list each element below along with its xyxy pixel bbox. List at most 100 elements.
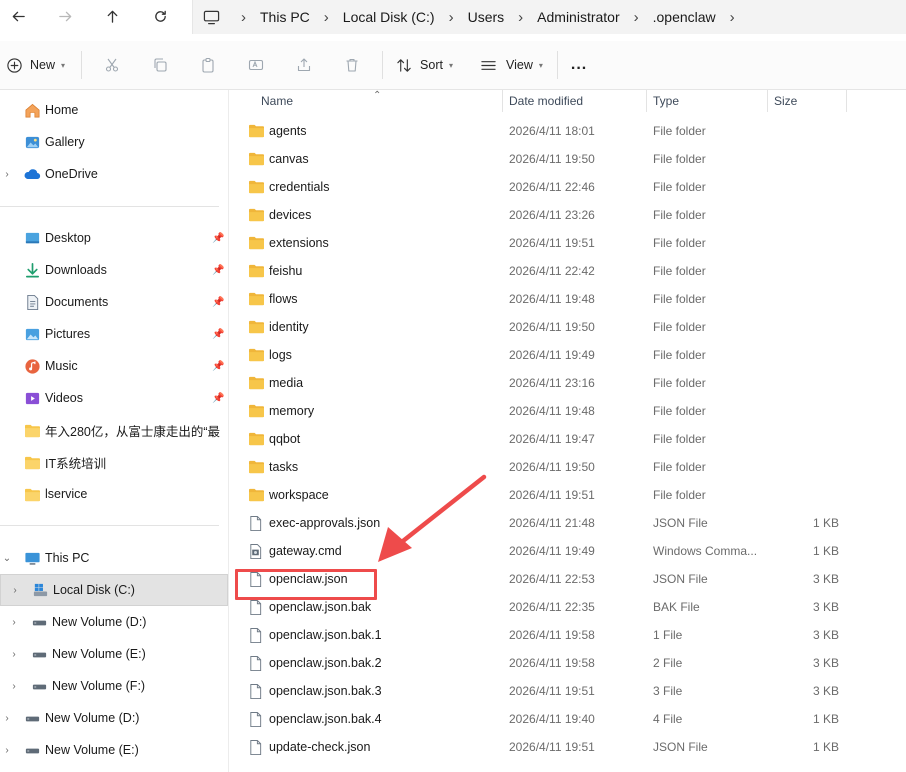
sidebar-item-videos[interactable]: Videos 📌 [0, 382, 229, 414]
pin-icon[interactable]: 📌 [212, 265, 224, 276]
file-row[interactable]: exec-approvals.json 2026/4/11 21:48 JSON F… [230, 509, 906, 537]
sidebar-item-folder[interactable]: lservice [0, 478, 229, 510]
breadcrumb-item[interactable]: Local Disk (C:) [343, 9, 435, 25]
file-row[interactable]: qqbot 2026/4/11 19:47 File folder [230, 425, 906, 453]
forward-button[interactable] [52, 5, 78, 27]
column-divider[interactable] [846, 90, 847, 112]
chevron-right-icon[interactable]: › [1, 745, 13, 756]
breadcrumb-item[interactable]: Users [468, 9, 505, 25]
file-row[interactable]: flows 2026/4/11 19:48 File folder [230, 285, 906, 313]
file-row[interactable]: tasks 2026/4/11 19:50 File folder [230, 453, 906, 481]
file-row[interactable]: feishu 2026/4/11 22:42 File folder [230, 257, 906, 285]
rename-button[interactable] [240, 49, 272, 81]
cut-button[interactable] [96, 49, 128, 81]
file-row[interactable]: gateway.cmd 2026/4/11 19:49 Windows Comma.… [230, 537, 906, 565]
sidebar-item-label: Home [45, 103, 79, 117]
chevron-right-icon[interactable]: › [1, 169, 13, 180]
file-row[interactable]: canvas 2026/4/11 19:50 File folder [230, 145, 906, 173]
file-row[interactable]: openclaw.json.bak.3 2026/4/11 19:51 3 File… [230, 677, 906, 705]
pin-icon[interactable]: 📌 [212, 297, 224, 308]
file-row[interactable]: openclaw.json.bak.2 2026/4/11 19:58 2 File… [230, 649, 906, 677]
file-row[interactable]: memory 2026/4/11 19:48 File folder [230, 397, 906, 425]
sidebar-item-drive[interactable]: › New Volume (D:) [0, 702, 229, 734]
sidebar-item-pictures[interactable]: Pictures 📌 [0, 318, 229, 350]
column-divider[interactable] [502, 90, 503, 112]
chevron-down-icon[interactable]: ⌄ [1, 553, 13, 564]
new-button[interactable]: New ▾ [6, 49, 65, 81]
chevron-right-icon[interactable]: › [634, 10, 639, 25]
breadcrumb-item[interactable]: .openclaw [653, 9, 716, 25]
file-row[interactable]: devices 2026/4/11 23:26 File folder [230, 201, 906, 229]
chevron-right-icon[interactable]: › [730, 10, 735, 25]
chevron-right-icon[interactable]: › [449, 10, 454, 25]
sidebar-item-this-pc[interactable]: ⌄ This PC [0, 542, 229, 574]
chevron-right-icon[interactable]: › [324, 10, 329, 25]
column-header-name[interactable]: Name [261, 94, 293, 108]
file-type: JSON File [653, 572, 708, 586]
sidebar-item-folder[interactable]: 年入280亿，从富士康走出的“最 [0, 414, 229, 446]
file-row[interactable]: openclaw.json.bak.1 2026/4/11 19:58 1 File… [230, 621, 906, 649]
gallery-icon [23, 133, 41, 151]
chevron-right-icon[interactable]: › [518, 10, 523, 25]
sidebar-item-drive[interactable]: › New Volume (E:) [0, 638, 229, 670]
chevron-right-icon[interactable]: › [241, 10, 246, 25]
annotation-highlight-box [235, 569, 377, 600]
file-row[interactable]: agents 2026/4/11 18:01 File folder [230, 117, 906, 145]
pin-icon[interactable]: 📌 [212, 361, 224, 372]
chevron-right-icon[interactable]: › [1, 713, 13, 724]
breadcrumb-item[interactable]: Administrator [537, 9, 619, 25]
sidebar-item-folder[interactable]: IT系统培训 [0, 446, 229, 478]
trash-icon [346, 58, 358, 72]
view-button[interactable]: View ▾ [480, 49, 543, 81]
delete-button[interactable] [336, 49, 368, 81]
chevron-right-icon[interactable]: › [8, 681, 20, 692]
pin-icon[interactable]: 📌 [212, 393, 224, 404]
sidebar-item-downloads[interactable]: Downloads 📌 [0, 254, 229, 286]
column-header-type[interactable]: Type [653, 94, 679, 108]
chevron-right-icon[interactable]: › [9, 585, 21, 596]
sidebar-item-drive[interactable]: › New Volume (F:) [0, 670, 229, 702]
up-button[interactable] [99, 5, 125, 27]
desktop-icon [23, 229, 41, 247]
more-options-button[interactable]: ... [571, 49, 587, 81]
file-row[interactable]: workspace 2026/4/11 19:51 File folder [230, 481, 906, 509]
paste-button[interactable] [192, 49, 224, 81]
refresh-button[interactable] [147, 5, 173, 27]
breadcrumb[interactable]: › This PC › Local Disk (C:) › Users › Ad… [192, 0, 906, 34]
sidebar-item-onedrive[interactable]: › OneDrive [0, 158, 229, 190]
breadcrumb-item[interactable]: This PC [260, 9, 310, 25]
file-row[interactable]: logs 2026/4/11 19:49 File folder [230, 341, 906, 369]
sidebar-item-home[interactable]: Home [0, 94, 229, 126]
file-row[interactable]: update-check.json 2026/4/11 19:51 JSON Fil… [230, 733, 906, 761]
pin-icon[interactable]: 📌 [212, 233, 224, 244]
sidebar-item-drive[interactable]: › New Volume (E:) [0, 734, 229, 766]
copy-button[interactable] [144, 49, 176, 81]
chevron-right-icon[interactable]: › [8, 617, 20, 628]
sidebar-item-drive[interactable]: › New Volume (D:) [0, 606, 229, 638]
rename-icon [248, 59, 264, 71]
file-row[interactable]: extensions 2026/4/11 19:51 File folder [230, 229, 906, 257]
file-row[interactable]: media 2026/4/11 23:16 File folder [230, 369, 906, 397]
column-divider[interactable] [646, 90, 647, 112]
back-button[interactable] [5, 5, 31, 27]
file-row[interactable]: openclaw.json.bak.4 2026/4/11 19:40 4 File… [230, 705, 906, 733]
sidebar-item-gallery[interactable]: Gallery [0, 126, 229, 158]
file-row[interactable]: credentials 2026/4/11 22:46 File folder [230, 173, 906, 201]
sidebar-item-music[interactable]: Music 📌 [0, 350, 229, 382]
folder-icon [248, 487, 265, 503]
sidebar-item-local-disk-c[interactable]: › Local Disk (C:) [0, 574, 228, 606]
column-header-size[interactable]: Size [774, 94, 797, 108]
column-header-date[interactable]: Date modified [509, 94, 583, 108]
sidebar-item-documents[interactable]: Documents 📌 [0, 286, 229, 318]
file-row[interactable]: identity 2026/4/11 19:50 File folder [230, 313, 906, 341]
file-name: flows [269, 292, 298, 306]
monitor-icon[interactable] [201, 7, 221, 27]
chevron-right-icon[interactable]: › [8, 649, 20, 660]
sidebar-item-desktop[interactable]: Desktop 📌 [0, 222, 229, 254]
column-divider[interactable] [767, 90, 768, 112]
sort-button[interactable]: Sort ▾ [396, 49, 453, 81]
file-type: Windows Comma... [653, 544, 758, 558]
file-date-modified: 2026/4/11 19:58 [509, 628, 595, 642]
share-button[interactable] [288, 49, 320, 81]
pin-icon[interactable]: 📌 [212, 329, 224, 340]
